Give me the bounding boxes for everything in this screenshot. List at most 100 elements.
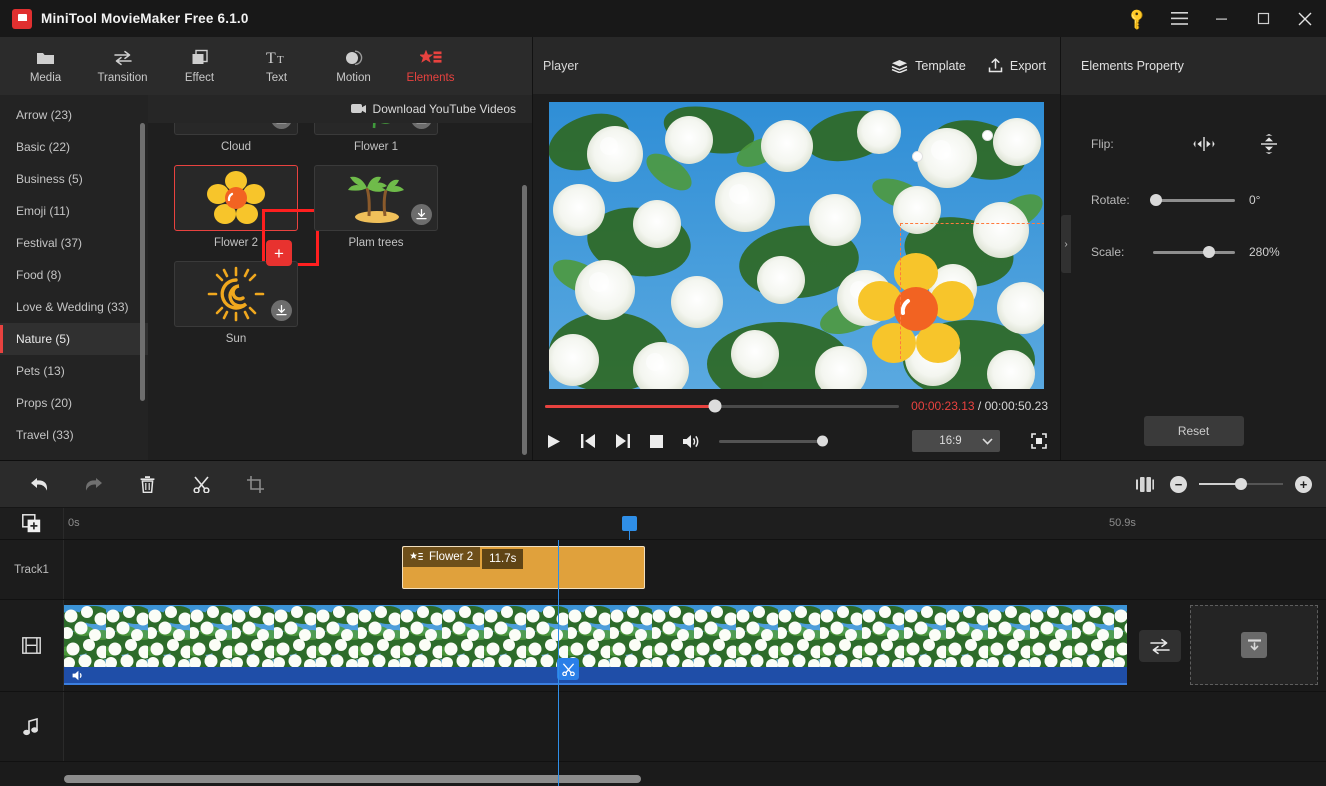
category-festival[interactable]: Festival (37): [0, 227, 148, 259]
timeline-scrollbar[interactable]: [64, 775, 1318, 783]
playhead-marker[interactable]: [622, 516, 637, 540]
seek-progress: [545, 404, 715, 408]
fullscreen-icon[interactable]: [1030, 432, 1048, 450]
timeline-clip-video[interactable]: [64, 605, 1127, 685]
element-thumbnail[interactable]: [174, 123, 298, 135]
zoom-slider[interactable]: [1199, 478, 1283, 490]
timeline-scrollbar-thumb[interactable]: [64, 775, 641, 783]
category-emoji[interactable]: Emoji (11): [0, 195, 148, 227]
download-icon[interactable]: [271, 300, 292, 321]
elements-scrollbar[interactable]: [522, 185, 527, 455]
volume-button[interactable]: [681, 432, 699, 450]
flip-row: Flip:: [1061, 123, 1326, 165]
tab-media[interactable]: Media: [8, 40, 83, 92]
category-travel[interactable]: Travel (33): [0, 419, 148, 451]
fit-to-timeline-icon[interactable]: [1136, 476, 1154, 492]
clip-audio-bar[interactable]: [64, 667, 1127, 685]
category-arrow[interactable]: Arrow (23): [0, 99, 148, 131]
undo-icon[interactable]: [22, 469, 56, 499]
redo-icon[interactable]: [76, 469, 110, 499]
zoom-out-button[interactable]: −: [1170, 475, 1187, 493]
track-row-video: [0, 600, 1326, 692]
track-label: Track1: [14, 563, 49, 576]
transition-button[interactable]: [1139, 630, 1181, 662]
track-header-video[interactable]: [0, 600, 64, 691]
track-body-audio[interactable]: [64, 692, 1326, 761]
delete-icon[interactable]: [130, 469, 164, 499]
aspect-ratio-select[interactable]: 16:9: [912, 430, 1000, 453]
tab-transition[interactable]: Transition: [85, 40, 160, 92]
tab-text[interactable]: TT Text: [239, 40, 314, 92]
tab-elements[interactable]: Elements: [393, 40, 468, 92]
template-button[interactable]: Template: [891, 59, 966, 73]
close-icon[interactable]: [1284, 0, 1326, 37]
zoom-in-button[interactable]: +: [1295, 475, 1312, 493]
speaker-icon[interactable]: [72, 670, 85, 681]
track-body-track1[interactable]: Flower 2 11.7s: [64, 540, 1326, 599]
maximize-icon[interactable]: [1242, 0, 1284, 37]
rotate-handle[interactable]: [1150, 194, 1163, 206]
seek-handle[interactable]: [708, 399, 722, 413]
track-header-audio[interactable]: [0, 692, 64, 761]
download-icon[interactable]: [411, 123, 432, 129]
chevron-right-icon[interactable]: ›: [1061, 215, 1071, 273]
tab-motion[interactable]: Motion: [316, 40, 391, 92]
flip-vertical-icon[interactable]: [1252, 133, 1286, 155]
scale-slider[interactable]: [1153, 246, 1235, 258]
minimize-icon[interactable]: [1200, 0, 1242, 37]
category-scrollbar[interactable]: [140, 123, 145, 401]
category-props[interactable]: Props (20): [0, 387, 148, 419]
next-frame-button[interactable]: [613, 432, 631, 450]
element-card-flower-2[interactable]: Flower 2 +: [174, 165, 319, 266]
element-card-cloud[interactable]: Cloud: [174, 123, 298, 153]
add-media-button[interactable]: [0, 508, 64, 539]
element-card-sun[interactable]: Sun: [174, 261, 298, 345]
track-header-track1[interactable]: Track1: [0, 540, 64, 599]
track-row-audio: [0, 692, 1326, 762]
elements-grid: Cloud Flower 1 Flower 2 + Plam trees Sun: [148, 123, 532, 460]
element-thumbnail[interactable]: [314, 165, 438, 231]
ruler-scale[interactable]: 0s 50.9s: [64, 508, 1326, 540]
download-youtube-bar[interactable]: Download YouTube Videos: [148, 95, 532, 123]
previous-frame-button[interactable]: [579, 432, 597, 450]
timeline-clip-flower-2[interactable]: Flower 2 11.7s: [402, 546, 645, 589]
media-dropzone[interactable]: [1190, 605, 1318, 685]
scale-handle[interactable]: [1202, 246, 1215, 258]
element-thumbnail[interactable]: [174, 261, 298, 327]
export-button[interactable]: Export: [988, 58, 1046, 73]
element-card-plam-trees[interactable]: Plam trees: [314, 165, 438, 249]
motion-icon: [344, 48, 364, 67]
play-button[interactable]: [545, 432, 563, 450]
category-food[interactable]: Food (8): [0, 259, 148, 291]
stop-button[interactable]: [647, 432, 665, 450]
category-nature[interactable]: Nature (5): [0, 323, 148, 355]
split-icon[interactable]: [184, 469, 218, 499]
category-love-wedding[interactable]: Love & Wedding (33): [0, 291, 148, 323]
element-thumbnail[interactable]: [314, 123, 438, 135]
flip-label: Flip:: [1091, 137, 1114, 151]
timeline-playhead[interactable]: [558, 540, 559, 786]
seek-bar[interactable]: [545, 399, 900, 413]
flip-horizontal-icon[interactable]: [1187, 133, 1221, 155]
rotate-slider[interactable]: [1150, 194, 1235, 206]
category-basic[interactable]: Basic (22): [0, 131, 148, 163]
tab-effect[interactable]: Effect: [162, 40, 237, 92]
download-icon[interactable]: [411, 204, 432, 225]
track-body-video[interactable]: [64, 600, 1326, 691]
yellow-flower-sticker: [207, 171, 265, 224]
zoom-slider-handle[interactable]: [1235, 478, 1247, 490]
download-icon[interactable]: [271, 123, 292, 129]
key-icon[interactable]: 🔑: [1116, 0, 1158, 37]
split-marker-button[interactable]: [557, 658, 579, 680]
add-element-button[interactable]: +: [266, 240, 292, 266]
hamburger-menu-icon[interactable]: [1158, 0, 1200, 37]
category-business[interactable]: Business (5): [0, 163, 148, 195]
element-card-flower-1[interactable]: Flower 1: [314, 123, 438, 153]
category-pets[interactable]: Pets (13): [0, 355, 148, 387]
reset-button[interactable]: Reset: [1143, 416, 1244, 446]
preview-canvas[interactable]: [549, 102, 1044, 390]
volume-handle[interactable]: [817, 435, 828, 447]
crop-icon[interactable]: [238, 469, 272, 499]
volume-slider[interactable]: [719, 435, 828, 447]
app-logo-icon: [12, 8, 32, 29]
